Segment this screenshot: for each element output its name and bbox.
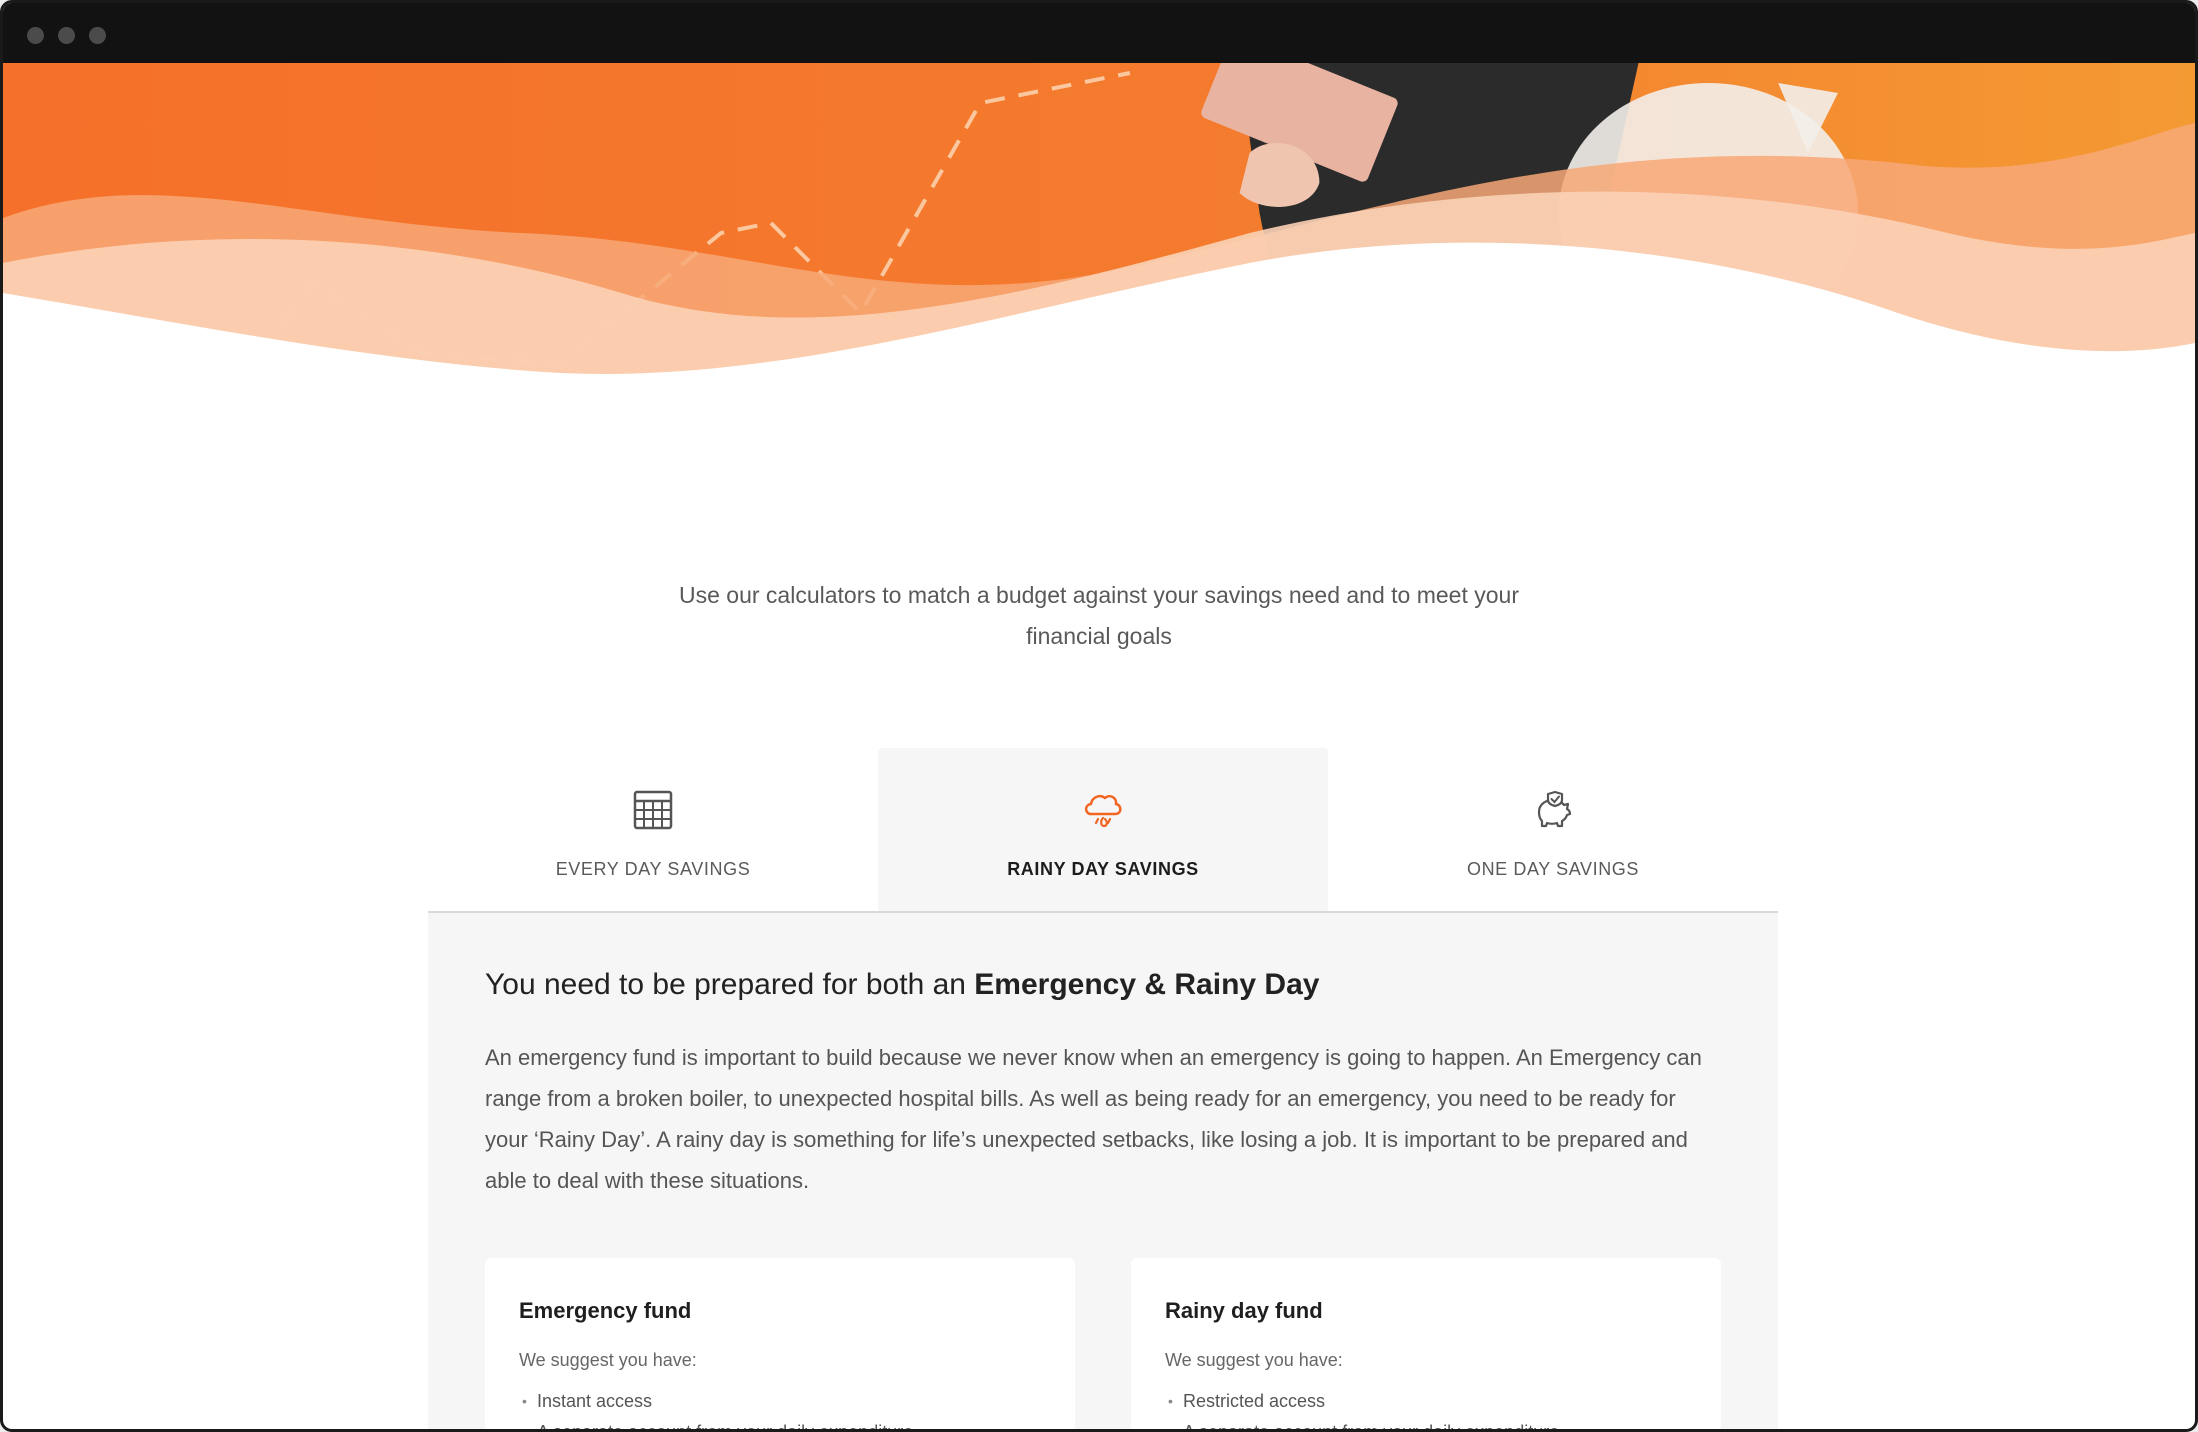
rainy-day-fund-card: Rainy day fund We suggest you have: Rest… (1131, 1258, 1721, 1429)
tab-every-day-savings[interactable]: EVERY DAY SAVINGS (428, 748, 878, 911)
list-item: A separate account from your daily expen… (1165, 1417, 1559, 1429)
window-titlebar (3, 3, 2195, 63)
tab-one-day-savings[interactable]: ONE DAY SAVINGS (1328, 748, 1778, 911)
rainy-day-panel: You need to be prepared for both an Emer… (428, 913, 1778, 1429)
list-item: Instant access (519, 1386, 913, 1417)
card-list: Instant access A separate account from y… (519, 1386, 913, 1429)
panel-heading: You need to be prepared for both an Emer… (485, 968, 1319, 1002)
intro-text: Use our calculators to match a budget ag… (3, 575, 2195, 657)
tab-label: ONE DAY SAVINGS (1466, 859, 1640, 879)
intro-line-1: Use our calculators to match a budget ag… (679, 582, 1519, 608)
heading-emphasis: Emergency & Rainy Day (974, 968, 1320, 1001)
tab-label: EVERY DAY SAVINGS (555, 859, 751, 879)
panel-description: An emergency fund is important to build … (485, 1045, 1702, 1193)
tab-label: RAINY DAY SAVINGS (1007, 859, 1199, 879)
close-window-button[interactable] (27, 27, 44, 44)
tab-rainy-day-savings[interactable]: RAINY DAY SAVINGS (878, 748, 1328, 911)
calculator-icon (633, 790, 673, 830)
list-item: Restricted access (1165, 1386, 1559, 1417)
card-suggestion: We suggest you have: (519, 1350, 697, 1370)
card-list: Restricted access A separate account fro… (1165, 1386, 1559, 1429)
card-title: Emergency fund (519, 1298, 692, 1323)
rain-cloud-icon (1084, 795, 1122, 828)
browser-window: Use our calculators to match a budget ag… (0, 0, 2198, 1432)
hero-banner (3, 63, 2195, 403)
intro-line-2: financial goals (1026, 623, 1172, 649)
heading-prefix: You need to be prepared for both an (485, 968, 966, 1001)
card-title: Rainy day fund (1165, 1298, 1323, 1323)
minimize-window-button[interactable] (58, 27, 75, 44)
piggy-bank-icon (1537, 790, 1572, 828)
hero-banner-image (3, 63, 2195, 403)
savings-tabs: EVERY DAY SAVINGS RAINY DAY SAVINGS ONE … (428, 748, 1778, 914)
emergency-fund-card: Emergency fund We suggest you have: Inst… (485, 1258, 1075, 1429)
maximize-window-button[interactable] (89, 27, 106, 44)
card-suggestion: We suggest you have: (1165, 1350, 1343, 1370)
list-item: A separate account from your daily expen… (519, 1417, 913, 1429)
